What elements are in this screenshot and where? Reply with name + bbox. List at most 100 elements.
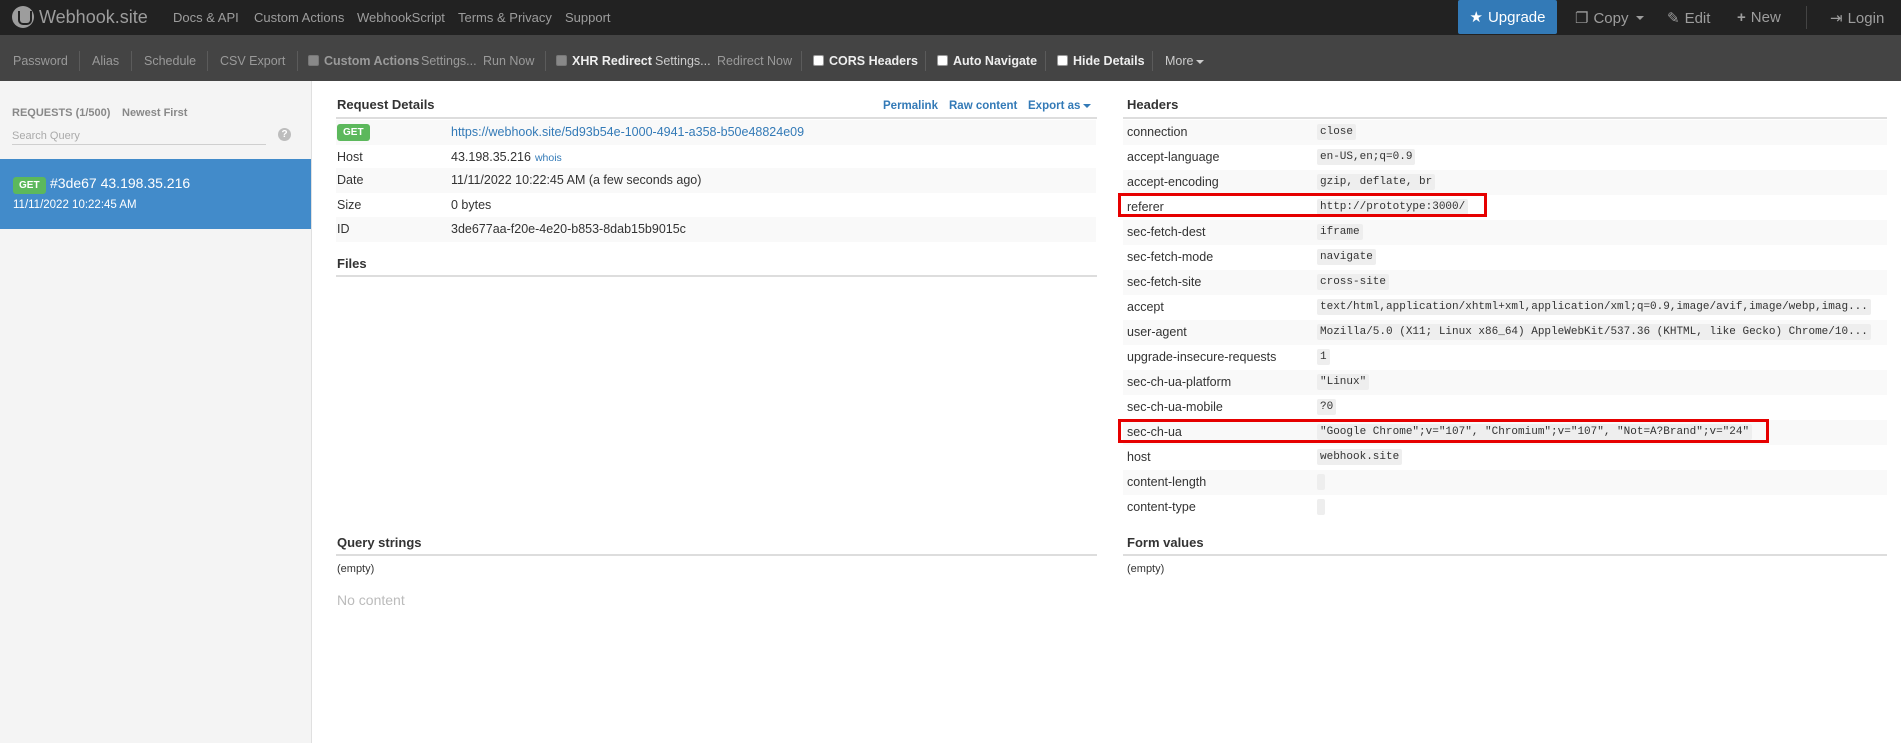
header-key: upgrade-insecure-requests xyxy=(1127,350,1277,364)
header-row: connection close xyxy=(1123,120,1887,145)
toolbar-divider xyxy=(79,51,80,71)
toolbar-divider xyxy=(1152,51,1153,71)
csv-export-button[interactable]: CSV Export xyxy=(220,54,285,68)
copy-icon: ❐ xyxy=(1575,10,1589,27)
toolbar-divider xyxy=(297,51,298,71)
headers-title: Headers xyxy=(1127,97,1179,112)
header-key: sec-fetch-mode xyxy=(1127,250,1214,264)
hide-details-toggle[interactable]: Hide Details xyxy=(1057,54,1145,68)
toolbar-divider xyxy=(207,51,208,71)
hide-details-label: Hide Details xyxy=(1073,54,1145,68)
raw-content-link[interactable]: Raw content xyxy=(949,100,1017,112)
xhr-redirect-toggle[interactable]: XHR Redirect xyxy=(556,54,652,68)
header-row: user-agent Mozilla/5.0 (X11; Linux x86_64… xyxy=(1123,320,1887,345)
files-title: Files xyxy=(337,256,367,271)
custom-actions-label: Custom Actions xyxy=(324,54,420,68)
xhr-settings-button[interactable]: Settings... xyxy=(655,54,711,68)
nav-custom-actions[interactable]: Custom Actions xyxy=(254,10,344,25)
nav-webhookscript[interactable]: WebhookScript xyxy=(357,10,445,25)
export-as-dropdown[interactable]: Export as xyxy=(1028,100,1092,112)
auto-navigate-toggle[interactable]: Auto Navigate xyxy=(937,54,1037,68)
header-row: sec-fetch-mode navigate xyxy=(1123,245,1887,270)
custom-actions-settings-button[interactable]: Settings... xyxy=(421,54,477,68)
custom-actions-checkbox[interactable] xyxy=(308,55,319,66)
hide-details-checkbox[interactable] xyxy=(1057,55,1068,66)
detail-key: ID xyxy=(337,222,350,236)
brand-name: Webhook.site xyxy=(39,6,148,27)
permalink-link[interactable]: Permalink xyxy=(883,100,938,112)
detail-row-host: Host 43.198.35.216 whois xyxy=(336,145,1096,170)
form-values-empty: (empty) xyxy=(1127,563,1165,575)
search-query-input[interactable] xyxy=(12,127,266,145)
copy-dropdown[interactable]: ❐ Copy xyxy=(1575,9,1645,27)
request-list-item[interactable]: GET #3de67 43.198.35.216 11/11/2022 10:2… xyxy=(0,159,311,229)
request-url-link[interactable]: https://webhook.site/5d93b54e-1000-4941-… xyxy=(451,125,804,139)
requests-count: REQUESTS (1/500) xyxy=(12,107,111,119)
login-button[interactable]: ⇥ Login xyxy=(1830,9,1885,28)
request-url[interactable]: https://webhook.site/5d93b54e-1000-4941-… xyxy=(451,125,804,139)
header-key: accept-language xyxy=(1127,150,1220,164)
detail-row-date: Date 11/11/2022 10:22:45 AM (a few secon… xyxy=(336,168,1096,193)
plus-icon: + xyxy=(1737,9,1746,26)
chevron-down-icon xyxy=(1083,103,1092,108)
schedule-button[interactable]: Schedule xyxy=(144,54,196,68)
header-key: content-type xyxy=(1127,500,1196,514)
nav-terms-privacy[interactable]: Terms & Privacy xyxy=(458,10,552,25)
nav-support[interactable]: Support xyxy=(565,10,611,25)
sec-ch-ua-highlight-box xyxy=(1118,419,1769,443)
help-icon[interactable]: ? xyxy=(278,128,291,141)
section-divider xyxy=(1123,554,1887,556)
cors-headers-checkbox[interactable] xyxy=(813,55,824,66)
nav-docs-api[interactable]: Docs & API xyxy=(173,10,239,25)
header-row: sec-fetch-site cross-site xyxy=(1123,270,1887,295)
toolbar-divider xyxy=(925,51,926,71)
referer-highlight-box xyxy=(1118,193,1487,217)
request-timestamp: 11/11/2022 10:22:45 AM xyxy=(13,199,137,211)
header-value: navigate xyxy=(1317,249,1376,265)
more-label: More xyxy=(1165,54,1194,68)
header-value: iframe xyxy=(1317,224,1363,240)
method-badge: GET xyxy=(13,177,46,194)
header-value: webhook.site xyxy=(1317,449,1403,465)
header-key: sec-fetch-dest xyxy=(1127,225,1206,239)
header-key: host xyxy=(1127,450,1151,464)
new-button[interactable]: + New xyxy=(1737,9,1781,26)
login-icon: ⇥ xyxy=(1830,10,1843,27)
detail-value: 3de677aa-f20e-4e20-b853-8dab15b9015c xyxy=(451,222,686,236)
login-label: Login xyxy=(1847,9,1885,27)
more-dropdown[interactable]: More xyxy=(1165,54,1205,68)
header-key: sec-fetch-site xyxy=(1127,275,1202,289)
chevron-down-icon xyxy=(1636,16,1645,20)
requests-sidebar: REQUESTS (1/500) Newest First ? GET #3de… xyxy=(0,81,312,743)
header-value: "Linux" xyxy=(1317,374,1370,390)
edit-button[interactable]: ✎ Edit xyxy=(1667,9,1710,28)
cors-headers-toggle[interactable]: CORS Headers xyxy=(813,54,918,68)
detail-row-url: GET https://webhook.site/5d93b54e-1000-4… xyxy=(336,120,1096,145)
query-strings-title: Query strings xyxy=(337,535,422,550)
redirect-now-button[interactable]: Redirect Now xyxy=(717,54,792,68)
run-now-button[interactable]: Run Now xyxy=(483,54,534,68)
header-value: text/html,application/xhtml+xml,applicat… xyxy=(1317,299,1871,315)
custom-actions-toggle[interactable]: Custom Actions xyxy=(308,54,419,68)
toolbar-divider xyxy=(545,51,546,71)
alias-button[interactable]: Alias xyxy=(92,54,119,68)
upgrade-button[interactable]: ★ Upgrade xyxy=(1458,0,1557,34)
request-details-title: Request Details xyxy=(337,97,435,112)
detail-row-id: ID 3de677aa-f20e-4e20-b853-8dab15b9015c xyxy=(336,217,1096,242)
header-value xyxy=(1317,474,1325,490)
request-title: #3de67 43.198.35.216 xyxy=(50,175,191,191)
detail-value: 0 bytes xyxy=(451,198,492,212)
detail-value: 11/11/2022 10:22:45 AM (a few seconds ag… xyxy=(451,173,702,187)
auto-navigate-checkbox[interactable] xyxy=(937,55,948,66)
brand[interactable]: Webhook.site xyxy=(12,6,148,28)
password-button[interactable]: Password xyxy=(13,54,68,68)
xhr-redirect-checkbox[interactable] xyxy=(556,55,567,66)
whois-link[interactable]: whois xyxy=(535,152,562,164)
header-key: accept-encoding xyxy=(1127,175,1219,189)
detail-key: Date xyxy=(337,173,364,187)
section-divider xyxy=(336,275,1097,277)
toolbar-divider xyxy=(1045,51,1046,71)
detail-key: Size xyxy=(337,198,362,212)
header-row: upgrade-insecure-requests 1 xyxy=(1123,345,1887,370)
sort-order-toggle[interactable]: Newest First xyxy=(122,107,187,119)
